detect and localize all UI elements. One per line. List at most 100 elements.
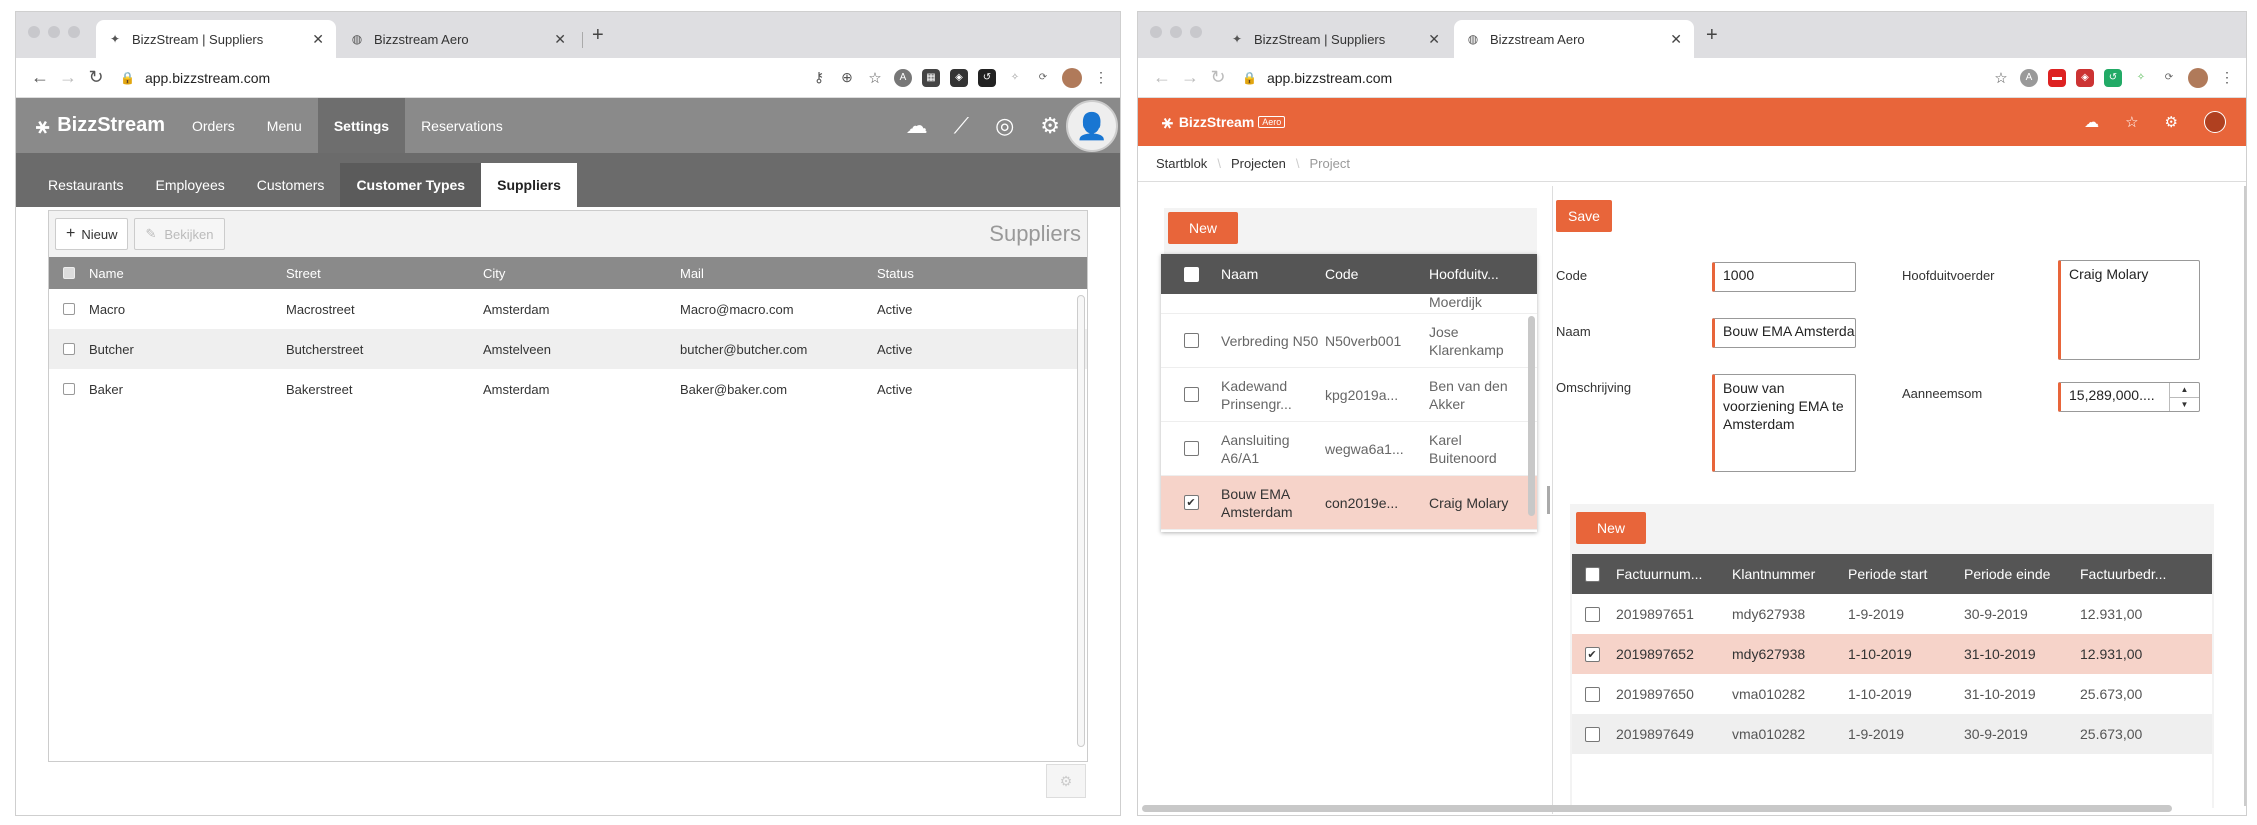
user-avatar[interactable]: 👤 bbox=[1066, 100, 1118, 152]
star-icon[interactable]: ☆ bbox=[2125, 113, 2138, 131]
browser-tab-suppliers[interactable]: ✦ BizzStream | Suppliers ✕ bbox=[96, 20, 336, 58]
back-icon[interactable]: ← bbox=[26, 67, 54, 88]
aanneemsom-stepper[interactable]: 15,289,000.... ▲ ▼ bbox=[2058, 382, 2200, 412]
chart-icon[interactable]: ⟋ bbox=[954, 113, 969, 139]
select-all-checkbox[interactable] bbox=[1584, 566, 1600, 582]
new-invoice-button[interactable]: New bbox=[1576, 512, 1646, 544]
nav-orders[interactable]: Orders bbox=[176, 98, 251, 153]
extension-icon[interactable]: ▬ bbox=[2048, 68, 2066, 87]
menu-dots-icon[interactable]: ⋮ bbox=[1092, 69, 1110, 87]
row-checkbox[interactable] bbox=[63, 343, 75, 355]
new-tab-icon[interactable]: + bbox=[592, 24, 604, 47]
browser-tab-aero[interactable]: ◍ Bizzstream Aero ✕ bbox=[1454, 20, 1694, 58]
extension-icon[interactable]: ▦ bbox=[922, 68, 940, 87]
new-project-button[interactable]: New bbox=[1168, 212, 1238, 244]
table-row-selected[interactable]: ✔ 2019897652 mdy627938 1-10-2019 31-10-2… bbox=[1572, 634, 2212, 674]
extension-icon[interactable]: ✧ bbox=[1006, 69, 1024, 87]
tab-customers[interactable]: Customers bbox=[241, 163, 341, 207]
adblock-icon[interactable]: A bbox=[894, 68, 912, 87]
new-button[interactable]: + Nieuw bbox=[55, 218, 129, 250]
table-row[interactable]: Verbreding N50 N50verb001 Jose Klarenkam… bbox=[1161, 314, 1537, 368]
extension-icon[interactable]: ↺ bbox=[978, 68, 996, 87]
detail-scrollbar[interactable] bbox=[2244, 186, 2246, 806]
column-header-klantnummer[interactable]: Klantnummer bbox=[1728, 566, 1844, 582]
tab-restaurants[interactable]: Restaurants bbox=[32, 163, 139, 207]
row-checkbox-checked[interactable]: ✔ bbox=[1183, 495, 1199, 510]
close-tab-icon[interactable]: ✕ bbox=[554, 31, 566, 48]
app-logo[interactable]: ⚹ BizzStream Aero bbox=[1162, 112, 1286, 133]
row-checkbox[interactable] bbox=[1183, 333, 1199, 348]
save-button[interactable]: Save bbox=[1556, 200, 1612, 232]
column-header-status[interactable]: Status bbox=[877, 266, 1074, 281]
stepper-buttons[interactable]: ▲ ▼ bbox=[2169, 383, 2199, 411]
address-bar[interactable]: 🔒 app.bizzstream.com bbox=[120, 70, 810, 86]
panel-splitter-handle[interactable] bbox=[1547, 486, 1550, 514]
nav-reservations[interactable]: Reservations bbox=[405, 98, 519, 153]
table-row[interactable]: 2019897651 mdy627938 1-9-2019 30-9-2019 … bbox=[1572, 594, 2212, 634]
adblock-icon[interactable]: A bbox=[2020, 68, 2038, 87]
settings-corner-button[interactable]: ⚙ bbox=[1046, 764, 1086, 798]
new-tab-icon[interactable]: + bbox=[1706, 24, 1718, 47]
horizontal-scrollbar[interactable] bbox=[1142, 805, 2172, 812]
column-header-factuurbedrag[interactable]: Factuurbedr... bbox=[2076, 566, 2192, 582]
column-header-periode-start[interactable]: Periode start bbox=[1844, 566, 1960, 582]
table-row[interactable]: 2019897650 vma010282 1-10-2019 31-10-201… bbox=[1572, 674, 2212, 714]
back-icon[interactable]: ← bbox=[1148, 67, 1176, 88]
extension-icon[interactable]: ⟳ bbox=[2160, 69, 2178, 87]
table-row-selected[interactable]: ✔ Bouw EMA Amsterdam con2019e... Craig M… bbox=[1161, 476, 1537, 530]
code-field[interactable]: 1000 bbox=[1712, 262, 1856, 292]
gear-icon[interactable]: ⚙ bbox=[1040, 113, 1060, 139]
extension-icon[interactable]: ◈ bbox=[2076, 68, 2094, 87]
breadcrumb-projecten[interactable]: Projecten bbox=[1231, 156, 1286, 171]
reload-icon[interactable]: ↻ bbox=[1204, 67, 1232, 88]
menu-dots-icon[interactable]: ⋮ bbox=[2218, 69, 2236, 87]
profile-avatar[interactable] bbox=[1062, 67, 1082, 88]
table-row[interactable]: Butcher Butcherstreet Amstelveen butcher… bbox=[49, 329, 1087, 369]
forward-icon[interactable]: → bbox=[54, 67, 82, 88]
extension-icon[interactable]: ↺ bbox=[2104, 68, 2122, 87]
column-header-hoofduitvoerder[interactable]: Hoofduitv... bbox=[1429, 265, 1529, 283]
table-row[interactable]: Macro Macrostreet Amsterdam Macro@macro.… bbox=[49, 289, 1087, 329]
column-header-code[interactable]: Code bbox=[1325, 266, 1429, 282]
column-header-mail[interactable]: Mail bbox=[680, 266, 877, 281]
cloud-icon[interactable]: ☁ bbox=[2084, 113, 2099, 131]
naam-field[interactable]: Bouw EMA Amsterdam bbox=[1712, 318, 1856, 348]
cloud-upload-icon[interactable]: ☁ bbox=[906, 113, 928, 139]
close-tab-icon[interactable]: ✕ bbox=[312, 31, 324, 48]
table-row[interactable]: Kadewand Prinsengr... kpg2019a... Ben va… bbox=[1161, 368, 1537, 422]
column-header-name[interactable]: Name bbox=[89, 266, 286, 281]
row-checkbox[interactable] bbox=[63, 303, 75, 315]
chevron-up-icon[interactable]: ▲ bbox=[2170, 383, 2199, 398]
omschrijving-textarea[interactable]: Bouw van voorziening EMA te Amsterdam bbox=[1712, 374, 1856, 472]
bookmark-star-icon[interactable]: ☆ bbox=[1992, 69, 2010, 87]
window-controls[interactable] bbox=[28, 26, 80, 38]
help-lifebuoy-icon[interactable]: ◎ bbox=[995, 113, 1014, 139]
table-row[interactable]: 2019897649 vma010282 1-9-2019 30-9-2019 … bbox=[1572, 714, 2212, 754]
table-scrollbar[interactable] bbox=[1077, 295, 1085, 747]
tab-employees[interactable]: Employees bbox=[139, 163, 240, 207]
user-avatar[interactable] bbox=[2204, 111, 2226, 133]
table-row[interactable]: Baker Bakerstreet Amsterdam Baker@baker.… bbox=[49, 369, 1087, 409]
column-header-street[interactable]: Street bbox=[286, 266, 483, 281]
window-controls[interactable] bbox=[1150, 26, 1202, 38]
forward-icon[interactable]: → bbox=[1176, 67, 1204, 88]
extension-icon[interactable]: ✧ bbox=[2132, 69, 2150, 87]
app-logo[interactable]: ⚹ BizzStream bbox=[16, 98, 176, 153]
view-button[interactable]: ✎ Bekijken bbox=[134, 218, 225, 250]
tab-suppliers[interactable]: Suppliers bbox=[481, 163, 577, 207]
extension-icon[interactable]: ◈ bbox=[950, 68, 968, 87]
row-checkbox[interactable] bbox=[63, 383, 75, 395]
select-all-checkbox[interactable] bbox=[1183, 266, 1199, 282]
row-checkbox[interactable] bbox=[1584, 606, 1600, 622]
bookmark-star-icon[interactable]: ☆ bbox=[866, 69, 884, 87]
reload-icon[interactable]: ↻ bbox=[82, 67, 110, 88]
row-checkbox[interactable] bbox=[1183, 441, 1199, 456]
key-icon[interactable]: ⚷ bbox=[810, 69, 828, 87]
row-checkbox[interactable] bbox=[1183, 387, 1199, 402]
nav-menu[interactable]: Menu bbox=[251, 98, 318, 153]
column-header-periode-einde[interactable]: Periode einde bbox=[1960, 566, 2076, 582]
close-tab-icon[interactable]: ✕ bbox=[1670, 31, 1682, 48]
table-row-partial[interactable]: Moerdijk bbox=[1161, 294, 1537, 314]
table-scrollbar[interactable] bbox=[1528, 316, 1535, 516]
profile-avatar[interactable] bbox=[2188, 67, 2208, 88]
